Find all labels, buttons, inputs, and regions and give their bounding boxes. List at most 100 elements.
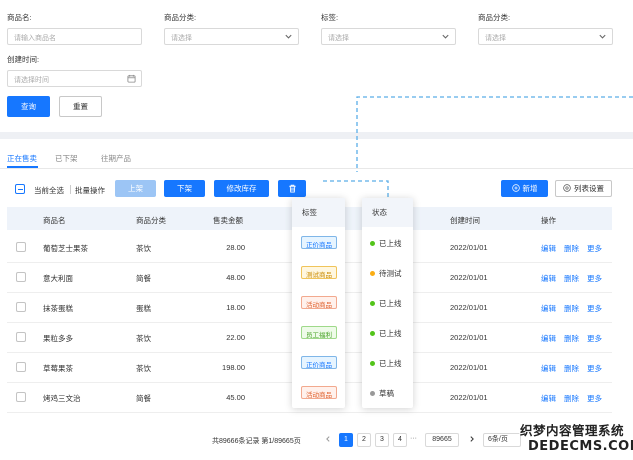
select-all-checkbox[interactable]: [15, 184, 25, 194]
prev-page-button[interactable]: [321, 433, 334, 447]
settings-icon: [563, 184, 571, 192]
status-online: 已上线: [370, 298, 402, 309]
status-dot-icon: [370, 271, 375, 276]
on-shelf-button[interactable]: 上架: [115, 180, 156, 197]
last-page-button[interactable]: 89665: [425, 433, 459, 447]
tag-promotion: 活动商品: [301, 386, 337, 399]
edit-link[interactable]: 编辑: [541, 363, 556, 374]
status-label: 已上线: [379, 239, 402, 248]
tag-column-panel: 标签 正价商品 测试商品 活动商品 员工福利 正价商品 活动商品: [292, 198, 345, 408]
chevron-down-icon: [442, 34, 449, 39]
category2-placeholder: 请选择: [485, 35, 506, 42]
cell-name: 草莓果茶: [43, 364, 73, 373]
off-shelf-button[interactable]: 下架: [164, 180, 205, 197]
row-checkbox[interactable]: [16, 272, 26, 282]
delete-link[interactable]: 删除: [564, 363, 579, 374]
delete-link[interactable]: 删除: [564, 243, 579, 254]
delete-button[interactable]: [278, 180, 306, 197]
tab-past-products[interactable]: 往期产品: [101, 153, 131, 164]
cell-created: 2022/01/01: [450, 393, 488, 402]
more-link[interactable]: 更多: [587, 393, 602, 404]
chevron-right-icon: [469, 436, 474, 442]
category2-select[interactable]: 请选择: [478, 28, 613, 45]
page-button-4[interactable]: 4: [393, 433, 407, 447]
tab-on-sale[interactable]: 正在售卖: [7, 153, 37, 164]
tag-regular-price: 正价商品: [301, 236, 337, 249]
tag-regular-price: 正价商品: [301, 356, 337, 369]
cell-created: 2022/01/01: [450, 303, 488, 312]
watermark-en: DEDECMS.COM: [528, 439, 633, 454]
cell-created: 2022/01/01: [450, 243, 488, 252]
plus-circle-icon: [511, 184, 520, 192]
row-checkbox[interactable]: [16, 302, 26, 312]
cell-name: 果粒多多: [43, 334, 73, 343]
cell-created: 2022/01/01: [450, 363, 488, 372]
indeterminate-mark: [18, 188, 23, 190]
more-link[interactable]: 更多: [587, 363, 602, 374]
row-checkbox[interactable]: [16, 242, 26, 252]
toolbar-divider: [70, 185, 71, 194]
edit-link[interactable]: 编辑: [541, 243, 556, 254]
add-button[interactable]: 新增: [501, 180, 548, 197]
chevron-left-icon: [325, 436, 330, 442]
status-dot-icon: [370, 391, 375, 396]
tab-divider: [0, 168, 633, 169]
cell-created: 2022/01/01: [450, 273, 488, 282]
created-date-picker[interactable]: 请选择时间: [7, 70, 142, 87]
reset-button[interactable]: 重置: [59, 96, 102, 117]
tag-select[interactable]: 请选择: [321, 28, 456, 45]
batch-operation-label: 批量操作: [75, 186, 105, 195]
cell-price: 18.00: [226, 303, 245, 312]
edit-link[interactable]: 编辑: [541, 273, 556, 284]
page-button-2[interactable]: 2: [357, 433, 371, 447]
status-online: 已上线: [370, 238, 402, 249]
cell-category: 茶饮: [136, 244, 151, 253]
query-button[interactable]: 查询: [7, 96, 50, 117]
filter-panel: 商品名: 请输入商品名 商品分类: 请选择 标签: 请选择 商品分类: 请选择 …: [0, 0, 633, 132]
product-name-input[interactable]: 请输入商品名: [7, 28, 142, 45]
status-pending-test: 待测试: [370, 268, 402, 279]
category-select[interactable]: 请选择: [164, 28, 299, 45]
page-button-3[interactable]: 3: [375, 433, 389, 447]
status-column-panel: 状态 已上线 待测试 已上线 已上线 已上线 草稿: [362, 198, 413, 408]
col-header-name: 商品名: [43, 216, 66, 225]
status-dot-icon: [370, 241, 375, 246]
tab-off-shelf[interactable]: 已下架: [55, 153, 78, 164]
row-checkbox[interactable]: [16, 332, 26, 342]
page-size-select[interactable]: 6条/页: [483, 433, 521, 447]
status-label: 待测试: [379, 269, 402, 278]
status-draft: 草稿: [370, 388, 394, 399]
status-label: 已上线: [379, 299, 402, 308]
cell-category: 简餐: [136, 274, 151, 283]
more-link[interactable]: 更多: [587, 333, 602, 344]
edit-stock-button[interactable]: 修改库存: [214, 180, 269, 197]
cell-price: 198.00: [222, 363, 245, 372]
tag-promotion: 活动商品: [301, 296, 337, 309]
pagination-ellipsis: ···: [410, 435, 417, 442]
edit-link[interactable]: 编辑: [541, 393, 556, 404]
edit-link[interactable]: 编辑: [541, 333, 556, 344]
status-dot-icon: [370, 331, 375, 336]
page-button-1[interactable]: 1: [339, 433, 353, 447]
cell-name: 葡萄芝士果茶: [43, 244, 88, 253]
status-dot-icon: [370, 301, 375, 306]
cell-category: 茶饮: [136, 334, 151, 343]
status-label: 已上线: [379, 359, 402, 368]
row-checkbox[interactable]: [16, 362, 26, 372]
product-name-placeholder: 请输入商品名: [14, 35, 56, 42]
delete-link[interactable]: 删除: [564, 333, 579, 344]
status-dot-icon: [370, 361, 375, 366]
more-link[interactable]: 更多: [587, 243, 602, 254]
more-link[interactable]: 更多: [587, 273, 602, 284]
edit-link[interactable]: 编辑: [541, 303, 556, 314]
delete-link[interactable]: 删除: [564, 273, 579, 284]
trash-icon: [288, 184, 296, 193]
row-checkbox[interactable]: [16, 392, 26, 402]
more-link[interactable]: 更多: [587, 303, 602, 314]
next-page-button[interactable]: [465, 433, 478, 447]
delete-link[interactable]: 删除: [564, 393, 579, 404]
col-header-actions: 操作: [541, 216, 556, 225]
delete-link[interactable]: 删除: [564, 303, 579, 314]
list-settings-button[interactable]: 列表设置: [555, 180, 612, 197]
watermark-cn: 织梦内容管理系统: [520, 423, 625, 438]
